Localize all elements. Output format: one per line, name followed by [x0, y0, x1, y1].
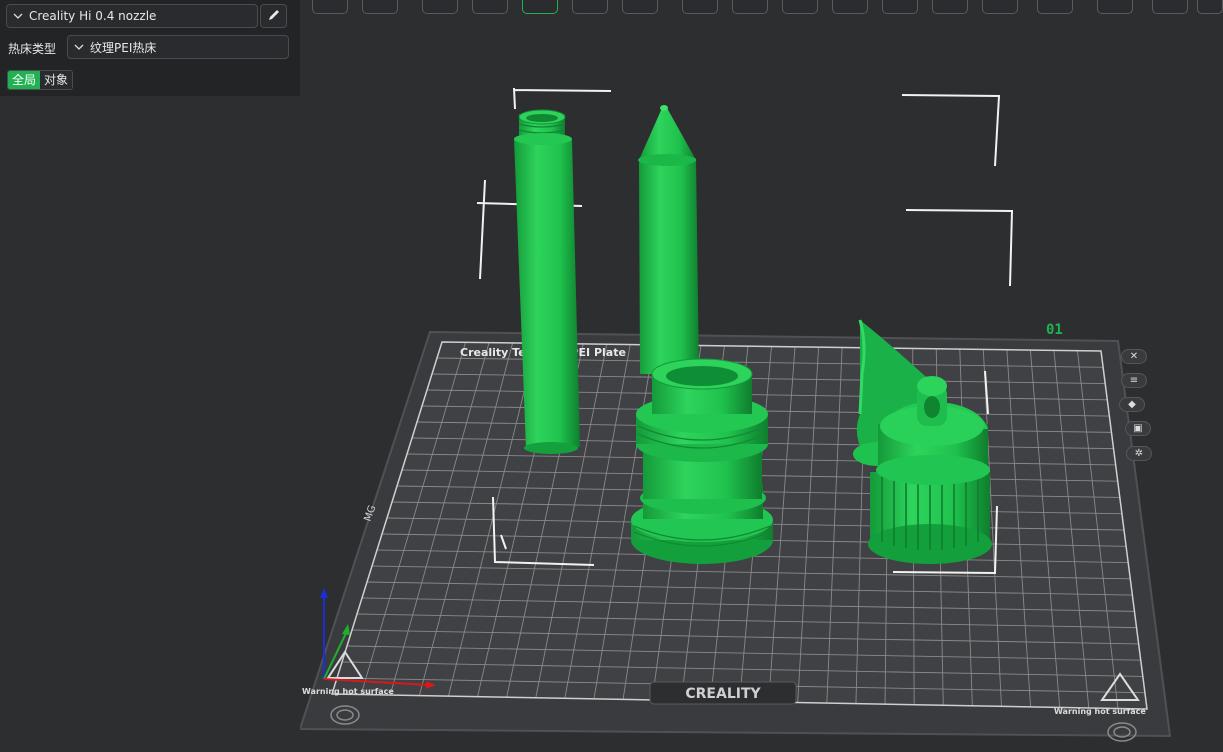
toolbar-button-move[interactable]: [422, 0, 458, 14]
printer-name: Creality Hi 0.4 nozzle: [29, 9, 157, 23]
pencil-icon: [267, 7, 281, 26]
toolbar-button-assembly[interactable]: [982, 0, 1018, 14]
toolbar-button-cut[interactable]: [622, 0, 658, 14]
bed-type-select[interactable]: 纹理PEI热床: [67, 35, 289, 59]
gear-icon: ✲: [1134, 448, 1144, 459]
lock-icon: ▣: [1133, 423, 1143, 434]
side-button-close[interactable]: ✕: [1121, 349, 1147, 364]
top-toolbar: [300, 0, 1223, 14]
side-button-settings[interactable]: ✲: [1126, 446, 1152, 461]
chevron-down-icon: [68, 44, 90, 50]
edit-printer-button[interactable]: [260, 4, 287, 28]
toolbar-button-paint[interactable]: [932, 0, 968, 14]
3d-viewport[interactable]: Creality Textured PEI Plate 01 CREALITY …: [300, 14, 1223, 752]
auto-orient-icon: ◆: [1128, 399, 1136, 410]
toolbar-button-text[interactable]: [882, 0, 918, 14]
side-button-list[interactable]: ≡: [1121, 373, 1147, 388]
chevron-down-icon: [7, 13, 29, 19]
close-icon: ✕: [1129, 351, 1139, 362]
scope-toggle: 全局 对象: [7, 70, 74, 90]
brand-text: CREALITY: [685, 686, 761, 702]
toolbar-button-measure[interactable]: [782, 0, 818, 14]
toolbar-button-view[interactable]: [1037, 0, 1073, 14]
side-button-auto-orient[interactable]: ◆: [1119, 397, 1145, 412]
toolbar-button-seam[interactable]: [832, 0, 868, 14]
toolbar-button-support[interactable]: [732, 0, 768, 14]
toolbar-button-rotate[interactable]: [472, 0, 508, 14]
toolbar-button-extra[interactable]: [1197, 0, 1223, 14]
toolbar-button-scale[interactable]: [572, 0, 608, 14]
plate-number: 01: [1046, 322, 1063, 338]
side-button-lock[interactable]: ▣: [1125, 421, 1151, 436]
left-panel: Creality Hi 0.4 nozzle 热床类型 纹理PEI热床 全局 对…: [0, 0, 300, 96]
toolbar-button-add[interactable]: [312, 0, 348, 14]
bed-type-value: 纹理PEI热床: [90, 40, 157, 55]
build-plate-scene[interactable]: Creality Textured PEI Plate 01 CREALITY …: [300, 14, 1223, 752]
model-pointed-rod[interactable]: [638, 105, 699, 374]
toolbar-button-layout[interactable]: [362, 0, 398, 14]
toolbar-button-lay-flat[interactable]: [522, 0, 558, 14]
tab-object[interactable]: 对象: [40, 71, 73, 89]
toolbar-button-section[interactable]: [1097, 0, 1133, 14]
list-icon: ≡: [1129, 375, 1139, 386]
toolbar-button-more[interactable]: [1152, 0, 1188, 14]
model-threaded-cap[interactable]: [631, 358, 773, 564]
toolbar-button-split[interactable]: [682, 0, 718, 14]
tab-global[interactable]: 全局: [8, 71, 41, 89]
bed-type-label: 热床类型: [8, 42, 57, 56]
warning-right: Warning hot surface: [1054, 707, 1146, 716]
printer-select[interactable]: Creality Hi 0.4 nozzle: [6, 4, 258, 28]
warning-left: Warning hot surface: [302, 687, 394, 696]
